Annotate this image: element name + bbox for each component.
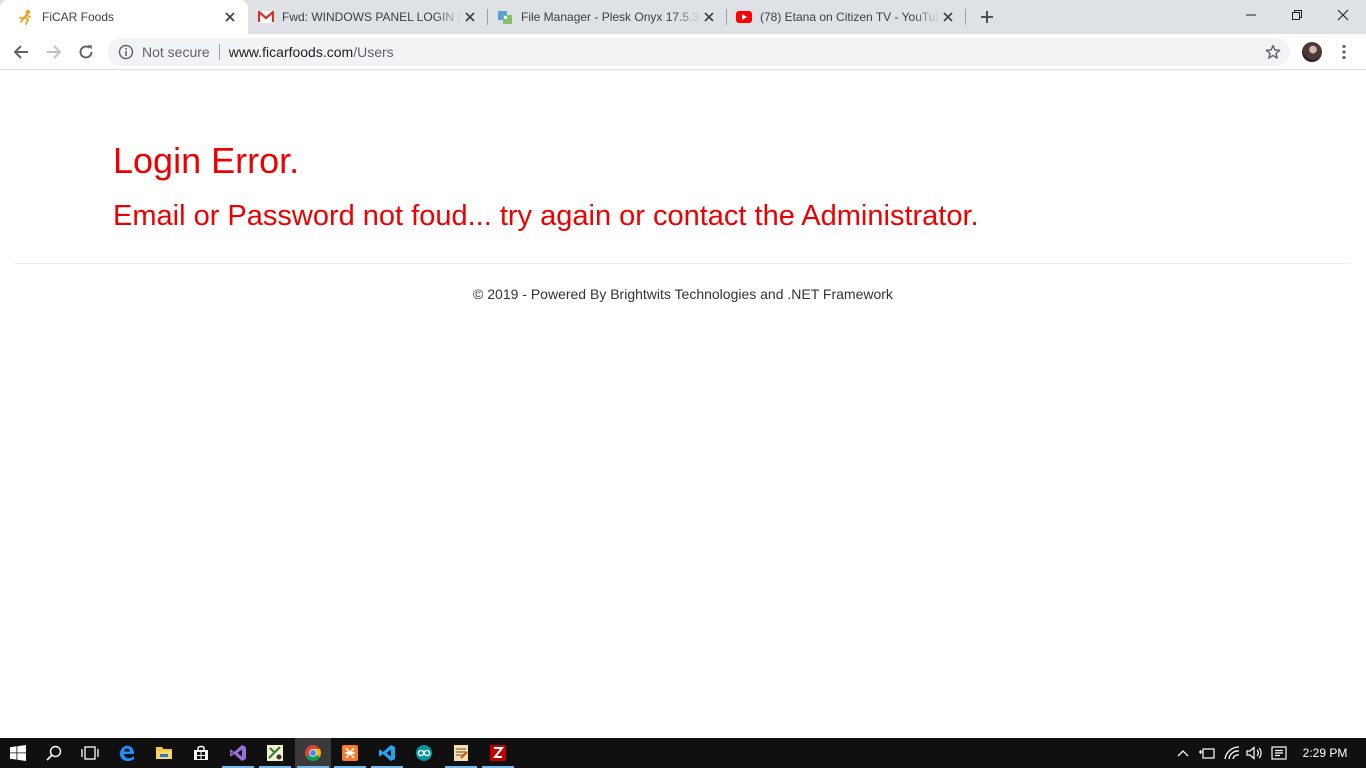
notification-icon (1271, 746, 1287, 760)
taskbar-clock[interactable]: 2:29 PM (1296, 738, 1354, 768)
start-icon (10, 745, 26, 761)
arduino-button[interactable] (406, 738, 442, 768)
notepad-icon (454, 745, 468, 761)
sketch-tool-button[interactable] (257, 738, 293, 768)
notepad-button[interactable] (443, 738, 479, 768)
windows-taskbar: 2:29 PM (0, 738, 1366, 768)
wifi-icon (1224, 746, 1240, 760)
vscode-button[interactable] (369, 738, 405, 768)
file-explorer-button[interactable] (146, 738, 182, 768)
start-button[interactable] (0, 738, 36, 768)
address-bar[interactable]: Not secure www.ficarfoods.com/Users (108, 38, 1290, 66)
visual-studio-button[interactable] (220, 738, 256, 768)
omnibox-divider (218, 44, 220, 60)
close-window-button[interactable] (1320, 0, 1366, 30)
vscode-icon (379, 745, 395, 761)
close-tab-icon[interactable] (701, 9, 717, 25)
close-tab-icon[interactable] (222, 9, 238, 25)
sketch-tool-icon (267, 745, 283, 761)
tab-title: FiCAR Foods (42, 10, 115, 24)
action-center-button[interactable] (1268, 738, 1290, 768)
minimize-button[interactable] (1228, 0, 1274, 30)
error-title: Login Error. (113, 140, 300, 181)
new-tab-button[interactable] (976, 6, 998, 28)
battery-button[interactable] (1196, 738, 1218, 768)
footer-divider (15, 263, 1351, 264)
chevron-up-icon (1177, 750, 1189, 757)
tab-title: File Manager - Plesk Onyx 17.5.3 (521, 10, 700, 24)
tab-youtube[interactable]: (78) Etana on Citizen TV - YouTube (718, 0, 966, 34)
page-content: Login Error. Email or Password not foud.… (0, 71, 1366, 738)
more-vert-icon (1342, 44, 1346, 60)
reload-button[interactable] (72, 38, 100, 66)
volume-button[interactable] (1244, 738, 1266, 768)
info-icon[interactable] (118, 44, 134, 60)
error-message: Email or Password not foud... try again … (113, 200, 979, 232)
xampp-button[interactable] (332, 738, 368, 768)
network-button[interactable] (1221, 738, 1243, 768)
close-icon (1337, 9, 1349, 21)
store-icon (194, 745, 208, 760)
url-host: www.ficarfoods.com (228, 44, 354, 60)
restore-icon (1292, 10, 1302, 20)
forward-button[interactable] (40, 38, 68, 66)
tab-plesk-file-manager[interactable]: File Manager - Plesk Onyx 17.5.3 (479, 0, 727, 34)
back-arrow-icon (13, 45, 28, 59)
chrome-menu-button[interactable] (1334, 42, 1354, 62)
task-view-button[interactable] (72, 738, 108, 768)
arduino-icon (416, 745, 432, 761)
footer-text: © 2019 - Powered By Brightwits Technolog… (473, 286, 893, 302)
security-status[interactable]: Not secure (142, 44, 210, 60)
tab-title: Fwd: WINDOWS PANEL LOGIN DETAILS (282, 10, 462, 24)
tab-ficar-foods[interactable]: FiCAR Foods (0, 0, 248, 34)
forward-arrow-icon (47, 45, 62, 59)
visual-studio-icon (230, 745, 246, 761)
tab-title: (78) Etana on Citizen TV - YouTube (760, 10, 940, 24)
chrome-button[interactable] (295, 738, 331, 768)
edge-button[interactable] (109, 738, 145, 768)
close-tab-icon[interactable] (462, 9, 478, 25)
tab-separator (965, 9, 966, 25)
bookmark-star-icon[interactable] (1264, 43, 1282, 61)
plesk-icon (497, 9, 513, 25)
youtube-icon (736, 9, 752, 25)
task-view-icon (81, 746, 99, 760)
profile-avatar[interactable] (1302, 42, 1322, 62)
minimize-icon (1246, 14, 1256, 16)
restore-button[interactable] (1274, 0, 1320, 30)
edge-icon (120, 745, 134, 761)
close-tab-icon[interactable] (940, 9, 956, 25)
browser-toolbar: Not secure www.ficarfoods.com/Users (0, 34, 1366, 70)
reload-icon (79, 45, 93, 59)
ficar-runner-icon (18, 9, 34, 25)
show-hidden-icons-button[interactable] (1174, 738, 1192, 768)
search-icon (46, 745, 62, 761)
store-button[interactable] (183, 738, 219, 768)
battery-plug-icon (1199, 748, 1215, 759)
search-button[interactable] (36, 738, 72, 768)
tab-gmail[interactable]: Fwd: WINDOWS PANEL LOGIN DETAILS (240, 0, 488, 34)
tab-strip: FiCAR Foods Fwd: WINDOWS PANEL LOGIN DET… (0, 0, 1366, 34)
filezilla-icon (490, 745, 506, 761)
back-button[interactable] (7, 38, 35, 66)
chrome-icon (305, 745, 321, 761)
file-explorer-icon (156, 747, 172, 759)
plus-icon (981, 11, 993, 23)
filezilla-button[interactable] (480, 738, 516, 768)
gmail-icon (258, 9, 274, 25)
url-path: /Users (353, 44, 394, 60)
xampp-icon (342, 745, 358, 761)
volume-icon (1246, 746, 1262, 760)
